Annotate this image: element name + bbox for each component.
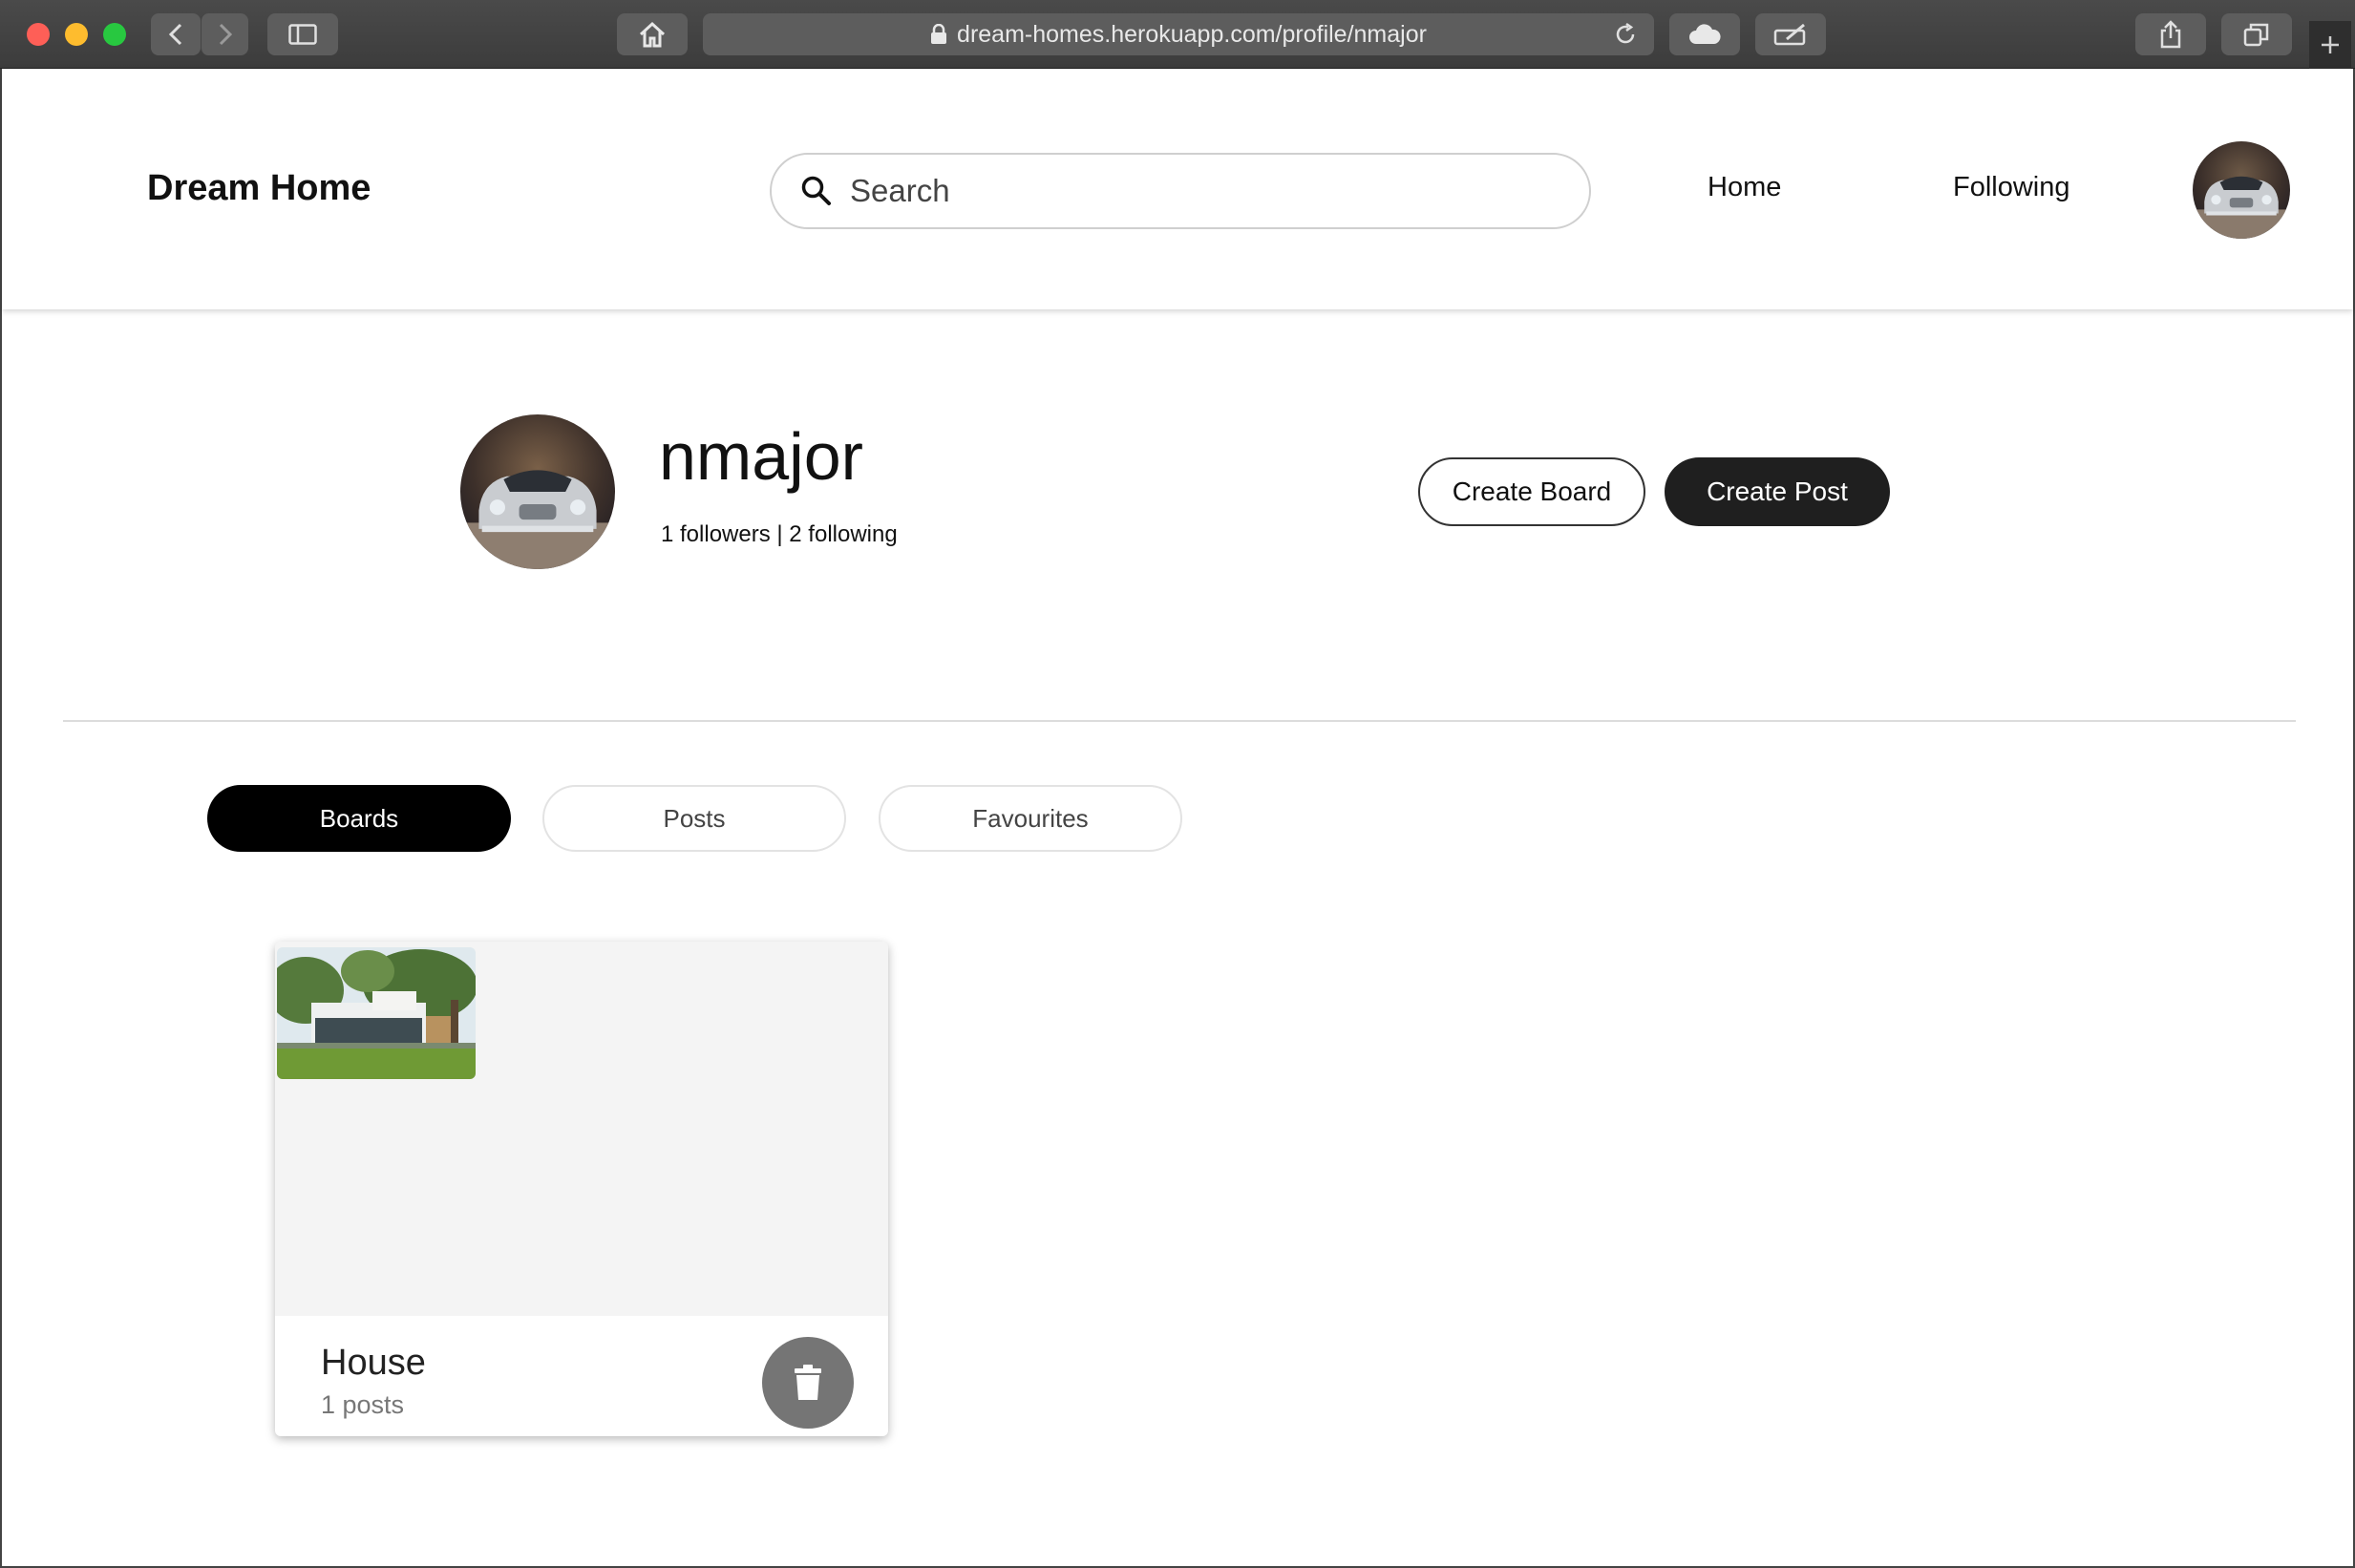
close-window-button[interactable] [27,23,50,46]
profile-avatar [460,414,615,569]
brand-logo[interactable]: Dream Home [147,168,371,209]
nav-link-following[interactable]: Following [1953,172,2070,203]
profile-username: nmajor [659,419,863,494]
search-input[interactable] [848,172,1574,210]
search-icon [801,176,831,205]
tab-boards[interactable]: Boards [207,785,511,852]
tabs-icon [2243,23,2269,47]
lock-icon [931,24,947,44]
car-avatar-image [460,414,615,569]
sidebar-toggle-button[interactable] [267,13,338,55]
top-navbar: Dream Home Home Following [2,69,2353,309]
follow-stats: 1 followers | 2 following [661,521,898,547]
new-tab-button[interactable] [2309,21,2351,69]
pencil-note-icon [1773,23,1806,46]
user-avatar[interactable] [2193,141,2290,239]
search-box[interactable] [770,153,1591,229]
tab-overview-button[interactable] [2221,13,2292,55]
app-viewport: Dream Home Home Following [0,69,2355,1568]
board-cover [275,942,888,1316]
address-bar[interactable]: dream-homes.herokuapp.com/profile/nmajor [703,13,1654,55]
chevron-right-icon [219,23,232,46]
create-board-button[interactable]: Create Board [1418,457,1645,526]
markup-button[interactable] [1755,13,1826,55]
board-title: House [321,1343,426,1383]
minimize-window-button[interactable] [65,23,88,46]
nav-link-home[interactable]: Home [1708,172,1781,203]
house-photo-image [277,947,476,1079]
section-divider [63,720,2296,722]
sidebar-icon [288,24,317,45]
cloud-icon [1689,24,1721,44]
share-button[interactable] [2135,13,2206,55]
reload-icon[interactable] [1614,23,1637,46]
board-thumbnail [277,947,476,1079]
tab-posts[interactable]: Posts [542,785,846,852]
browser-toolbar: dream-homes.herokuapp.com/profile/nmajor [0,0,2355,69]
delete-board-button[interactable] [762,1337,854,1429]
chevron-left-icon [168,23,182,46]
url-text: dream-homes.herokuapp.com/profile/nmajor [957,20,1427,48]
car-avatar-image [2193,141,2290,239]
home-icon [639,21,666,48]
zoom-window-button[interactable] [103,23,126,46]
tab-favourites[interactable]: Favourites [879,785,1182,852]
icloud-button[interactable] [1669,13,1740,55]
home-button[interactable] [617,13,688,55]
plus-icon [2322,36,2339,53]
create-post-button[interactable]: Create Post [1665,457,1890,526]
back-button[interactable] [151,13,201,55]
board-card[interactable]: House 1 posts [275,942,888,1436]
trash-icon [795,1365,821,1400]
board-post-count: 1 posts [321,1390,405,1419]
forward-button[interactable] [201,13,248,55]
share-icon [2160,20,2181,49]
